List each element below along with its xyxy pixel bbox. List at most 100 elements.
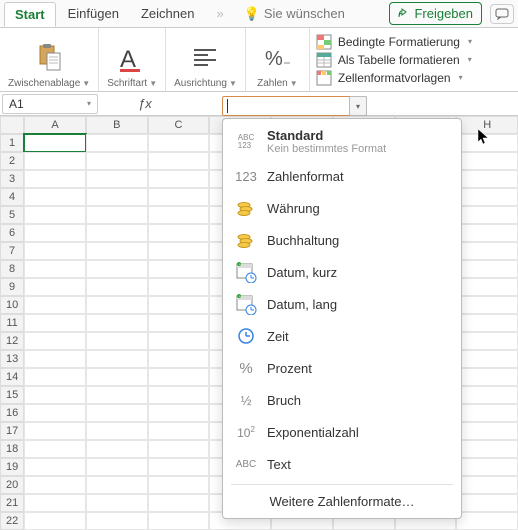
cell[interactable] bbox=[148, 134, 210, 152]
cell[interactable] bbox=[86, 494, 148, 512]
format-as-table[interactable]: Als Tabelle formatieren▾ bbox=[316, 51, 512, 69]
cell[interactable] bbox=[86, 404, 148, 422]
column-header[interactable]: A bbox=[24, 116, 86, 134]
cell[interactable] bbox=[24, 170, 86, 188]
cell[interactable] bbox=[456, 278, 518, 296]
cell[interactable] bbox=[456, 458, 518, 476]
row-header[interactable]: 10 bbox=[0, 296, 24, 314]
cell[interactable] bbox=[148, 188, 210, 206]
cell[interactable] bbox=[148, 440, 210, 458]
row-header[interactable]: 16 bbox=[0, 404, 24, 422]
cell[interactable] bbox=[456, 260, 518, 278]
cell[interactable] bbox=[456, 512, 518, 530]
cell[interactable] bbox=[148, 278, 210, 296]
cell[interactable] bbox=[86, 350, 148, 368]
cell[interactable] bbox=[148, 476, 210, 494]
group-font[interactable]: A Schriftart▼ bbox=[99, 28, 166, 91]
tab-start[interactable]: Start bbox=[4, 2, 56, 27]
cell[interactable] bbox=[456, 242, 518, 260]
cell[interactable] bbox=[86, 332, 148, 350]
format-option[interactable]: 123Zahlenformat bbox=[223, 160, 461, 192]
row-header[interactable]: 19 bbox=[0, 458, 24, 476]
cell[interactable] bbox=[86, 296, 148, 314]
format-option[interactable]: Währung bbox=[223, 192, 461, 224]
select-all-corner[interactable] bbox=[0, 116, 24, 134]
format-option[interactable]: ABCText bbox=[223, 448, 461, 480]
cell[interactable] bbox=[148, 296, 210, 314]
cell[interactable] bbox=[24, 242, 86, 260]
row-header[interactable]: 3 bbox=[0, 170, 24, 188]
cell[interactable] bbox=[24, 512, 86, 530]
cell[interactable] bbox=[24, 404, 86, 422]
cell[interactable] bbox=[24, 224, 86, 242]
number-format-search[interactable] bbox=[222, 96, 367, 116]
cell[interactable] bbox=[86, 386, 148, 404]
cell[interactable] bbox=[24, 350, 86, 368]
cell[interactable] bbox=[24, 206, 86, 224]
cell[interactable] bbox=[24, 188, 86, 206]
cell[interactable] bbox=[456, 296, 518, 314]
cell[interactable] bbox=[24, 386, 86, 404]
cell[interactable] bbox=[456, 188, 518, 206]
column-header[interactable]: C bbox=[148, 116, 210, 134]
cell[interactable] bbox=[86, 476, 148, 494]
row-header[interactable]: 9 bbox=[0, 278, 24, 296]
cell[interactable] bbox=[148, 368, 210, 386]
cell[interactable] bbox=[24, 314, 86, 332]
cell[interactable] bbox=[86, 206, 148, 224]
cell[interactable] bbox=[456, 440, 518, 458]
cell[interactable] bbox=[24, 440, 86, 458]
cell[interactable] bbox=[24, 332, 86, 350]
format-option[interactable]: Zeit bbox=[223, 320, 461, 352]
fx-label[interactable]: ƒx bbox=[138, 96, 152, 111]
row-header[interactable]: 11 bbox=[0, 314, 24, 332]
cell[interactable] bbox=[456, 206, 518, 224]
cell[interactable] bbox=[86, 242, 148, 260]
cell[interactable] bbox=[24, 296, 86, 314]
cell[interactable] bbox=[24, 458, 86, 476]
number-format-dropdown-button[interactable]: ▾ bbox=[349, 96, 367, 116]
row-header[interactable]: 8 bbox=[0, 260, 24, 278]
cell[interactable] bbox=[86, 458, 148, 476]
cell[interactable] bbox=[148, 170, 210, 188]
column-header[interactable]: B bbox=[86, 116, 148, 134]
row-header[interactable]: 21 bbox=[0, 494, 24, 512]
conditional-formatting[interactable]: Bedingte Formatierung▾ bbox=[316, 33, 512, 51]
cell[interactable] bbox=[86, 134, 148, 152]
cell[interactable] bbox=[456, 368, 518, 386]
cell[interactable] bbox=[456, 422, 518, 440]
cell[interactable] bbox=[148, 314, 210, 332]
cell[interactable] bbox=[24, 278, 86, 296]
cell[interactable] bbox=[148, 404, 210, 422]
row-header[interactable]: 15 bbox=[0, 386, 24, 404]
row-header[interactable]: 14 bbox=[0, 368, 24, 386]
row-header[interactable]: 13 bbox=[0, 350, 24, 368]
group-alignment[interactable]: Ausrichtung▼ bbox=[166, 28, 246, 91]
tab-insert[interactable]: Einfügen bbox=[58, 2, 129, 25]
cell[interactable] bbox=[148, 332, 210, 350]
group-number[interactable]: % Zahlen▼ bbox=[246, 28, 310, 91]
cell[interactable] bbox=[86, 368, 148, 386]
cell[interactable] bbox=[86, 278, 148, 296]
cell[interactable] bbox=[86, 422, 148, 440]
cell[interactable] bbox=[86, 512, 148, 530]
format-option[interactable]: ½Bruch bbox=[223, 384, 461, 416]
cell[interactable] bbox=[24, 152, 86, 170]
cell[interactable] bbox=[148, 386, 210, 404]
cell[interactable] bbox=[456, 404, 518, 422]
format-option[interactable]: Buchhaltung bbox=[223, 224, 461, 256]
cell[interactable] bbox=[86, 314, 148, 332]
cell[interactable] bbox=[456, 350, 518, 368]
cell[interactable] bbox=[148, 260, 210, 278]
more-number-formats[interactable]: Weitere Zahlenformate… bbox=[223, 489, 461, 514]
cell[interactable] bbox=[24, 368, 86, 386]
row-header[interactable]: 7 bbox=[0, 242, 24, 260]
column-header[interactable]: H bbox=[456, 116, 518, 134]
cell[interactable] bbox=[148, 422, 210, 440]
cell[interactable] bbox=[148, 206, 210, 224]
group-clipboard[interactable]: Zwischenablage▼ bbox=[0, 28, 99, 91]
share-button[interactable]: Freigeben bbox=[389, 2, 482, 25]
row-header[interactable]: 17 bbox=[0, 422, 24, 440]
cell[interactable] bbox=[148, 494, 210, 512]
cell[interactable] bbox=[86, 152, 148, 170]
